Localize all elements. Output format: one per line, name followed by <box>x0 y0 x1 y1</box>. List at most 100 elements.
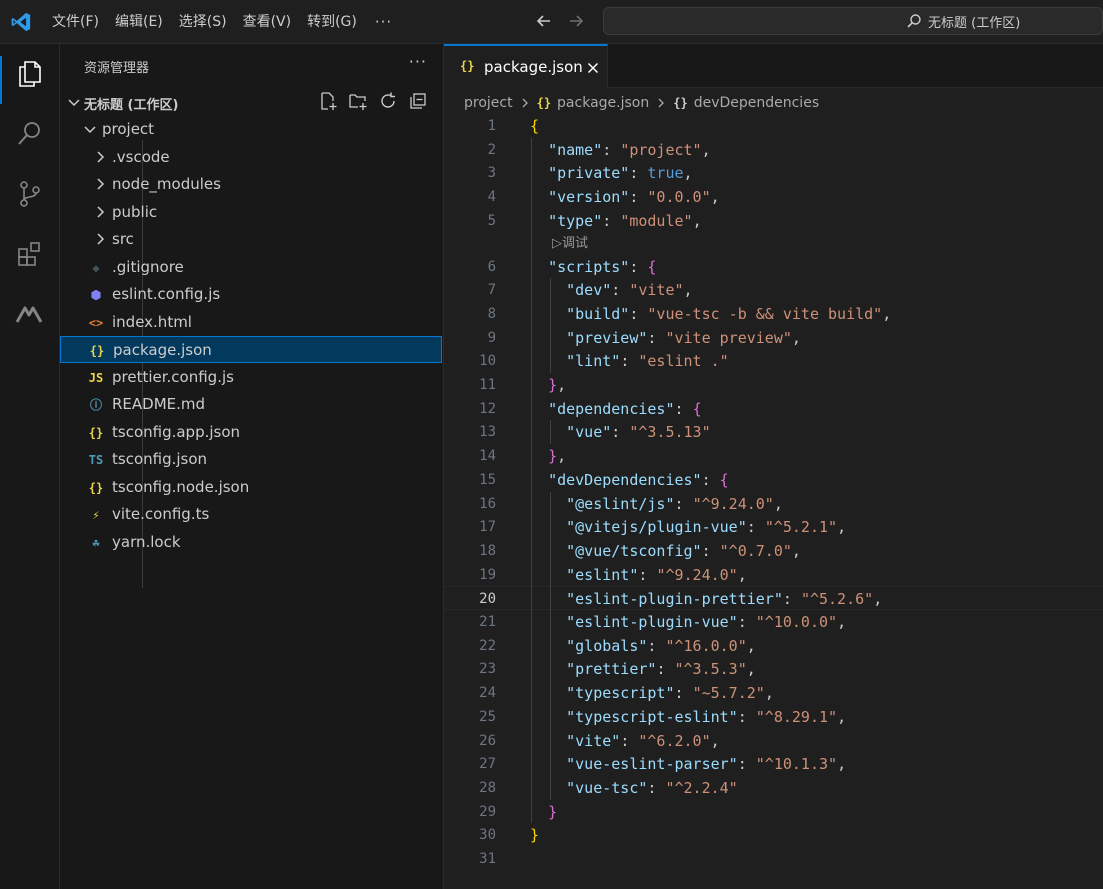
vite-icon: ⚡ <box>92 508 100 522</box>
code-line[interactable]: 17 "@vitejs/plugin-vue": "^5.2.1", <box>444 515 1103 539</box>
code-line[interactable]: 26 "vite": "^6.2.0", <box>444 729 1103 753</box>
line-number: 18 <box>479 542 496 559</box>
code-line[interactable]: 5 "type": "module", <box>444 209 1103 233</box>
sidebar-more-button[interactable]: ··· <box>409 52 427 71</box>
code-line[interactable]: 16 "@eslint/js": "^9.24.0", <box>444 492 1103 516</box>
menu-file[interactable]: 文件(F) <box>44 7 107 37</box>
code-line[interactable]: 29 } <box>444 800 1103 824</box>
yarn-icon: ☘ <box>92 535 100 550</box>
code-token: : <box>620 352 639 371</box>
explorer-files-icon[interactable] <box>14 58 46 90</box>
breadcrumb-file[interactable]: package.json <box>557 95 649 111</box>
tree-item-label: README.md <box>112 395 206 413</box>
code-line[interactable]: 8 "build": "vue-tsc -b && vite build", <box>444 302 1103 326</box>
tree-item[interactable]: ⬢ eslint.config.js <box>60 281 442 308</box>
code-line[interactable]: 12 "dependencies": { <box>444 397 1103 421</box>
tree-item[interactable]: ⓘ README.md <box>60 391 442 418</box>
code-line[interactable]: 13 "vue": "^3.5.13" <box>444 420 1103 444</box>
tree-item[interactable]: JS prettier.config.js <box>60 364 442 391</box>
code-line[interactable]: 14 }, <box>444 444 1103 468</box>
refresh-icon[interactable] <box>378 91 398 111</box>
menu-edit[interactable]: 编辑(E) <box>107 7 171 37</box>
command-center-search[interactable]: 无标题 (工作区) <box>603 7 1103 35</box>
tree-item-label: package.json <box>113 341 212 359</box>
breadcrumb-symbol[interactable]: devDependencies <box>694 95 819 111</box>
code-line[interactable]: 9 "preview": "vite preview", <box>444 326 1103 350</box>
code-line[interactable]: 15 "devDependencies": { <box>444 468 1103 492</box>
close-icon[interactable] <box>585 60 601 76</box>
tree-item[interactable]: ☘ yarn.lock <box>60 529 442 556</box>
code-line[interactable]: 7 "dev": "vite", <box>444 278 1103 302</box>
tab-package-json[interactable]: {} package.json <box>444 44 608 89</box>
code-token: "module" <box>620 211 693 230</box>
code-line[interactable]: 31 <box>444 847 1103 871</box>
code-line[interactable]: 4 "version": "0.0.0", <box>444 185 1103 209</box>
sidebar-title: 资源管理器 <box>84 61 150 76</box>
tree-item[interactable]: TS tsconfig.json <box>60 446 442 473</box>
menu-selection[interactable]: 选择(S) <box>171 7 235 37</box>
line-number: 12 <box>479 400 496 417</box>
tree-item[interactable]: {} tsconfig.app.json <box>60 419 442 446</box>
tree-item[interactable]: {} package.json <box>60 336 442 363</box>
tree-item-label: .vscode <box>112 147 170 166</box>
tree-item[interactable]: ◆ .gitignore <box>60 254 442 281</box>
code-line[interactable]: 3 "private": true, <box>444 161 1103 185</box>
debug-codelens[interactable]: ▷调试 <box>552 234 588 254</box>
git-icon: ◆ <box>92 260 100 275</box>
menu-go[interactable]: 转到(G) <box>299 7 365 37</box>
tree-item[interactable]: src <box>60 226 442 253</box>
new-file-icon[interactable] <box>318 91 338 111</box>
line-text: "typescript": "~5.7.2", <box>530 681 774 705</box>
line-text: "vue-eslint-parser": "^10.1.3", <box>530 752 846 776</box>
code-line[interactable]: 10 "lint": "eslint ." <box>444 349 1103 373</box>
code-token: : <box>782 590 801 609</box>
breadcrumb: project {} package.json {} devDependenci… <box>464 93 819 113</box>
code-token: , <box>837 755 847 774</box>
tree-item[interactable]: ⚡ vite.config.ts <box>60 501 442 528</box>
new-folder-icon[interactable] <box>348 91 368 111</box>
command-center-text: 无标题 (工作区) <box>928 15 1021 31</box>
code-token: : <box>674 684 693 703</box>
tree-item[interactable]: {} tsconfig.node.json <box>60 474 442 501</box>
code-line[interactable]: 23 "prettier": "^3.5.3", <box>444 657 1103 681</box>
code-line[interactable]: 19 "eslint": "^9.24.0", <box>444 563 1103 587</box>
tree-item[interactable]: public <box>60 199 442 226</box>
tree-item[interactable]: node_modules <box>60 171 442 198</box>
line-text: "@vue/tsconfig": "^0.7.0", <box>530 539 801 563</box>
menu-more-button[interactable]: ··· <box>365 13 402 31</box>
code-line[interactable]: 1{ <box>444 114 1103 138</box>
tree-item[interactable]: project <box>60 116 442 143</box>
menu-view[interactable]: 查看(V) <box>235 7 300 37</box>
code-token: : <box>611 281 630 300</box>
code-line[interactable]: 24 "typescript": "~5.7.2", <box>444 681 1103 705</box>
chevron-right-icon <box>522 98 528 108</box>
code-line[interactable]: 20 "eslint-plugin-prettier": "^5.2.6", <box>444 586 1103 611</box>
code-line[interactable]: 28 "vue-tsc": "^2.2.4" <box>444 776 1103 800</box>
tab-label: package.json <box>484 58 583 76</box>
remote-explorer-icon[interactable] <box>14 298 46 330</box>
code-line[interactable]: 2 "name": "project", <box>444 138 1103 162</box>
code-line[interactable]: 6 "scripts": { <box>444 255 1103 279</box>
tree-item[interactable]: <> index.html <box>60 309 442 336</box>
code-token: , <box>882 304 892 323</box>
code-line[interactable]: 11 }, <box>444 373 1103 397</box>
search-icon[interactable] <box>14 118 46 150</box>
line-text: "version": "0.0.0", <box>530 185 720 209</box>
code-line[interactable]: 18 "@vue/tsconfig": "^0.7.0", <box>444 539 1103 563</box>
workspace-header[interactable]: 无标题 (工作区) <box>60 91 444 113</box>
arrow-right-icon[interactable] <box>565 10 587 32</box>
source-control-icon[interactable] <box>14 178 46 210</box>
code-line[interactable]: 27 "vue-eslint-parser": "^10.1.3", <box>444 752 1103 776</box>
code-line[interactable]: 22 "globals": "^16.0.0", <box>444 634 1103 658</box>
extensions-icon[interactable] <box>14 238 46 270</box>
arrow-left-icon[interactable] <box>533 10 555 32</box>
code-token: , <box>557 376 567 394</box>
collapse-all-icon[interactable] <box>408 91 428 111</box>
breadcrumb-folder[interactable]: project <box>464 95 513 111</box>
tree-item[interactable]: .vscode <box>60 144 442 171</box>
code-line[interactable]: 21 "eslint-plugin-vue": "^10.0.0", <box>444 610 1103 634</box>
code-line[interactable]: 25 "typescript-eslint": "^8.29.1", <box>444 705 1103 729</box>
code-line[interactable]: 30} <box>444 823 1103 847</box>
code-token: : <box>674 494 693 513</box>
